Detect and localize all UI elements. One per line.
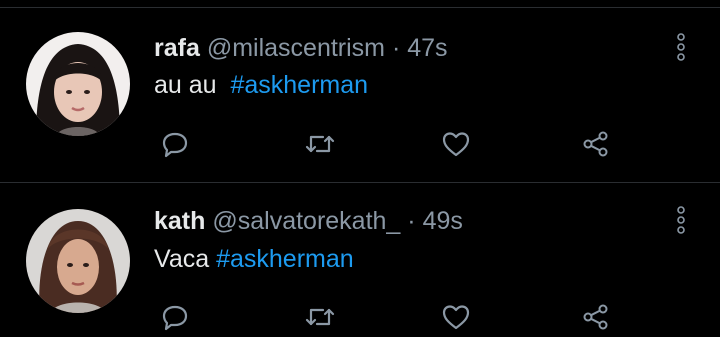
reply-button[interactable]	[155, 297, 195, 337]
display-name[interactable]: rafa	[154, 34, 200, 62]
user-handle[interactable]: @milascentrism	[207, 34, 385, 62]
heart-icon	[442, 305, 470, 330]
share-icon	[583, 304, 608, 330]
tweet-text-prefix: au au	[154, 71, 217, 99]
tweet[interactable]: kath @salvatorekath_ · 49s Vaca #askherm…	[0, 183, 720, 337]
tweet-actions	[0, 124, 720, 164]
separator-dot: ·	[407, 207, 416, 235]
tweet-header: kath @salvatorekath_ · 49s	[154, 206, 463, 236]
retweet-button[interactable]	[300, 124, 340, 164]
share-button[interactable]	[576, 124, 616, 164]
tweet-text: Vaca #askherman	[154, 244, 354, 274]
tweet-text-prefix: Vaca	[154, 245, 210, 273]
more-vertical-icon[interactable]	[671, 201, 691, 241]
hashtag-link[interactable]: #askherman	[230, 71, 368, 99]
retweet-icon	[305, 308, 335, 326]
reply-button[interactable]	[155, 124, 195, 164]
hashtag-link[interactable]: #askherman	[216, 245, 354, 273]
avatar[interactable]	[26, 32, 130, 136]
like-button[interactable]	[436, 297, 476, 337]
retweet-button[interactable]	[300, 297, 340, 337]
reply-icon	[162, 132, 188, 158]
separator-dot: ·	[391, 34, 401, 62]
tweet-actions	[0, 297, 720, 337]
timestamp[interactable]: 47s	[407, 34, 447, 62]
tweet[interactable]: rafa @milascentrism · 47s au au #askherm…	[0, 8, 720, 178]
more-vertical-icon[interactable]	[671, 28, 691, 68]
heart-icon	[442, 132, 470, 157]
tweet-header: rafa @milascentrism · 47s	[154, 33, 448, 63]
share-icon	[583, 131, 608, 157]
user-handle[interactable]: @salvatorekath_	[212, 207, 400, 235]
timestamp[interactable]: 49s	[423, 207, 463, 235]
avatar-photo	[26, 32, 130, 136]
reply-icon	[162, 305, 188, 331]
display-name[interactable]: kath	[154, 207, 205, 235]
tweet-text: au au #askherman	[154, 70, 368, 100]
retweet-icon	[305, 135, 335, 153]
share-button[interactable]	[576, 297, 616, 337]
like-button[interactable]	[436, 124, 476, 164]
